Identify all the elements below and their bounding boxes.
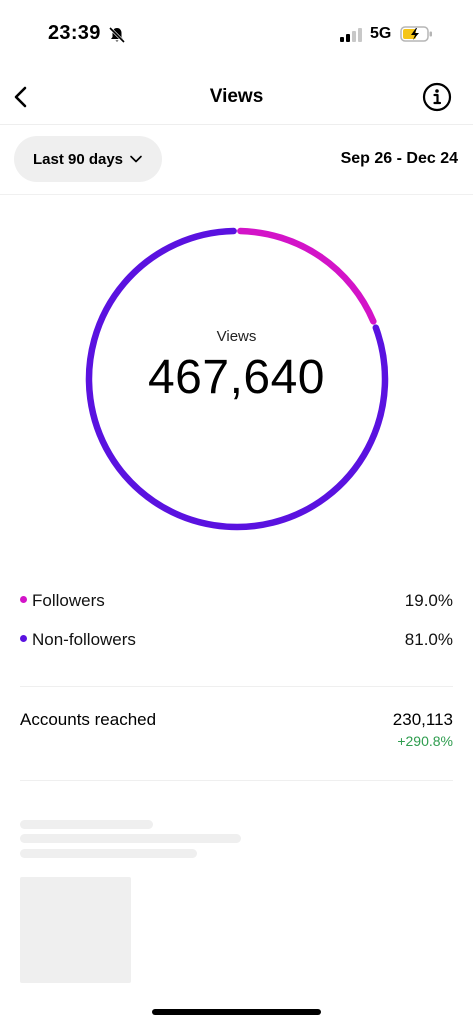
accounts-reached-value: 230,113 xyxy=(392,710,453,729)
chevron-down-icon xyxy=(130,155,142,163)
accounts-reached-label: Accounts reached xyxy=(20,710,157,729)
status-time: 23:39 xyxy=(48,22,101,44)
legend-label: Followers xyxy=(32,591,105,610)
legend-percent: 81.0% xyxy=(404,630,453,649)
nav-bar: Views xyxy=(0,70,473,125)
skeleton-line xyxy=(20,834,241,843)
date-range-dropdown-label: Last 90 days xyxy=(32,150,124,168)
battery-charging-icon xyxy=(400,26,432,42)
page-title: Views xyxy=(209,86,264,107)
bell-muted-icon xyxy=(108,26,126,44)
legend-label: Non-followers xyxy=(32,630,136,649)
legend-row-followers: Followers 19.0% xyxy=(20,591,453,615)
legend-percent: 19.0% xyxy=(404,591,453,610)
followers-color-dot xyxy=(20,596,27,604)
non-followers-color-dot xyxy=(20,635,27,643)
date-range-dropdown[interactable]: Last 90 days xyxy=(14,136,162,182)
signal-icon xyxy=(340,28,362,42)
date-range-text: Sep 26 - Dec 24 xyxy=(340,150,458,167)
skeleton-line xyxy=(20,820,153,829)
home-indicator[interactable] xyxy=(152,1009,321,1015)
total-views-value: 467,640 xyxy=(147,351,325,404)
skeleton-block xyxy=(20,877,131,983)
info-icon[interactable] xyxy=(421,81,453,113)
filter-bar: Last 90 days Sep 26 - Dec 24 xyxy=(0,124,473,195)
donut-center-label: Views xyxy=(216,328,257,345)
donut-segment-followers xyxy=(237,227,377,325)
accounts-reached-change: +290.8% xyxy=(397,733,453,749)
skeleton-line xyxy=(20,849,197,858)
divider xyxy=(20,686,453,687)
network-label: 5G xyxy=(370,25,392,42)
legend-row-non-followers: Non-followers 81.0% xyxy=(20,630,453,654)
status-bar: 23:39 5G xyxy=(0,0,473,70)
divider xyxy=(20,780,453,781)
